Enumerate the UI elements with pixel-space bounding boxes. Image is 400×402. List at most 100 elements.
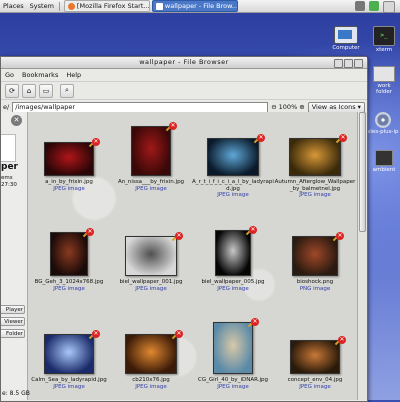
menu-go[interactable]: Go bbox=[5, 71, 14, 79]
file-name: CG_Girl_40_by_iDNAR.jpg bbox=[198, 377, 268, 383]
desktop-icon-label: work folder bbox=[376, 83, 392, 95]
file-type: JPEG image bbox=[53, 185, 85, 192]
desktop-icon-label: xterm bbox=[375, 47, 393, 53]
file-thumbnail[interactable]: ✕ bbox=[125, 232, 183, 276]
status-bar: e: 8.5 GB bbox=[2, 390, 30, 397]
zoom-out-icon[interactable]: ⊖ bbox=[271, 103, 276, 111]
file-item[interactable]: ✕ bioshock.png PNG image bbox=[274, 232, 356, 292]
panel-separator bbox=[58, 1, 60, 11]
terminal-icon: >_ bbox=[373, 26, 395, 46]
file-browser-window: wallpaper - File Browser Go Bookmarks He… bbox=[0, 56, 368, 402]
vertical-scrollbar[interactable] bbox=[357, 112, 367, 400]
taskbar-item-label: wallpaper - File Brow... bbox=[164, 2, 238, 10]
firefox-icon bbox=[67, 2, 75, 10]
file-type: JPEG image bbox=[135, 185, 167, 192]
sidebar-folder-name: per bbox=[1, 162, 18, 172]
file-item[interactable]: ✕ concept_env_04.jpg JPEG image bbox=[274, 336, 356, 390]
desktop-icon-xterm[interactable]: >_ xterm bbox=[369, 26, 399, 53]
read-only-emblem-icon: ✕ bbox=[253, 134, 265, 146]
toolbar: ⟳ ⌂ ▭ ⌕ bbox=[1, 82, 367, 100]
read-only-emblem-icon: ✕ bbox=[171, 232, 183, 244]
status-icon[interactable] bbox=[369, 1, 379, 11]
computer-button[interactable]: ▭ bbox=[39, 83, 53, 98]
document-preview-icon bbox=[1, 134, 16, 162]
file-item[interactable]: ✕ An_nissa___by_frixin.jpg JPEG image bbox=[110, 122, 192, 192]
network-icon[interactable] bbox=[355, 1, 365, 11]
file-thumbnail[interactable]: ✕ bbox=[215, 226, 257, 276]
file-item[interactable]: ✕ Calm_Sea_by_ladyrapid.jpg JPEG image bbox=[28, 330, 110, 390]
file-name: An_nissa___by_frixin.jpg bbox=[117, 179, 185, 185]
file-thumbnail[interactable]: ✕ bbox=[290, 336, 346, 374]
file-item[interactable]: ✕ biel_wallpaper_005.jpg JPEG image bbox=[192, 226, 274, 292]
file-thumbnail[interactable]: ✕ bbox=[125, 330, 183, 374]
desktop-icon-label: ambient bbox=[372, 167, 396, 173]
file-item[interactable]: ✕ cb210x76.jpg JPEG image bbox=[110, 330, 192, 390]
document-icon bbox=[373, 66, 395, 82]
file-thumbnail[interactable]: ✕ bbox=[44, 138, 100, 176]
view-mode-label: View as Icons bbox=[311, 102, 356, 111]
window-titlebar[interactable]: wallpaper - File Browser bbox=[1, 57, 367, 69]
open-with-player-button[interactable]: Player bbox=[1, 305, 25, 314]
sidebar: ✕ per ems 27:30 Player Viewer Folder bbox=[1, 112, 28, 400]
file-item[interactable]: ✕ biel_wallpaper_001.jpg JPEG image bbox=[110, 232, 192, 292]
desktop-icon-work-folder[interactable]: work folder bbox=[370, 66, 398, 95]
panel-menu-places[interactable]: Places bbox=[0, 2, 27, 10]
file-type: JPEG image bbox=[217, 285, 249, 292]
file-name: BG_Geh_3_1024x768.jpg bbox=[34, 279, 104, 285]
desktop-icon-video[interactable]: ambient bbox=[368, 150, 400, 173]
read-only-emblem-icon: ✕ bbox=[335, 134, 347, 146]
taskbar-item-file-browser[interactable]: wallpaper - File Brow... bbox=[151, 0, 238, 12]
window-title: wallpaper - File Browser bbox=[139, 58, 229, 66]
file-thumbnail[interactable]: ✕ bbox=[50, 228, 94, 276]
file-thumbnail[interactable]: ✕ bbox=[44, 330, 100, 374]
file-type: JPEG image bbox=[299, 192, 331, 198]
desktop-icon-disc[interactable]: sles-plus-ip bbox=[366, 112, 400, 135]
file-thumbnail[interactable]: ✕ bbox=[131, 122, 177, 176]
file-item[interactable]: ✕ a_in_by_frixin.jpg JPEG image bbox=[28, 138, 110, 192]
panel-menu-system[interactable]: System bbox=[27, 2, 57, 10]
sidebar-info-line: ems bbox=[1, 175, 13, 181]
taskbar-item-firefox[interactable]: [Mozilla Firefox Start... bbox=[63, 0, 150, 12]
minimize-button[interactable] bbox=[334, 59, 343, 68]
file-thumbnail[interactable]: ✕ bbox=[207, 134, 265, 176]
location-input[interactable]: /images/wallpaper bbox=[12, 101, 269, 113]
scrollbar-thumb[interactable] bbox=[359, 112, 366, 232]
maximize-button[interactable] bbox=[344, 59, 353, 68]
file-item[interactable]: ✕ Autumn_Afterglow_Wallpaper_by_balmetnel… bbox=[274, 134, 356, 199]
file-item[interactable]: ✕ BG_Geh_3_1024x768.jpg JPEG image bbox=[28, 228, 110, 292]
read-only-emblem-icon: ✕ bbox=[88, 330, 100, 342]
computer-icon bbox=[334, 26, 358, 44]
folder-icon bbox=[155, 2, 163, 10]
file-thumbnail[interactable]: ✕ bbox=[292, 232, 344, 276]
close-button[interactable] bbox=[354, 59, 363, 68]
home-button[interactable]: ⌂ bbox=[22, 83, 36, 98]
file-name: Autumn_Afterglow_Wallpaper_by_balmetnel.… bbox=[274, 179, 356, 192]
open-folder-button[interactable]: Folder bbox=[1, 329, 25, 338]
file-type: JPEG image bbox=[217, 192, 249, 198]
file-type: JPEG image bbox=[53, 285, 85, 292]
read-only-emblem-icon: ✕ bbox=[88, 138, 100, 150]
menu-help[interactable]: Help bbox=[66, 71, 81, 79]
desktop-icon-label: sles-plus-ip bbox=[367, 129, 399, 135]
icon-view[interactable]: ✕ a_in_by_frixin.jpg JPEG image ✕ An_nissa__… bbox=[28, 112, 358, 400]
keyboard-icon[interactable] bbox=[383, 1, 395, 13]
view-mode-select[interactable]: View as Icons ▾ bbox=[307, 101, 365, 113]
taskbar-item-label: [Mozilla Firefox Start... bbox=[76, 2, 150, 10]
sidebar-close-icon[interactable]: ✕ bbox=[11, 115, 22, 126]
file-type: PNG image bbox=[299, 285, 331, 292]
search-button[interactable]: ⌕ bbox=[60, 83, 74, 98]
file-thumbnail[interactable]: ✕ bbox=[213, 318, 259, 374]
desktop-icon-computer[interactable]: Computer bbox=[330, 26, 362, 51]
file-type: JPEG image bbox=[135, 285, 167, 292]
zoom-in-icon[interactable]: ⊕ bbox=[299, 103, 304, 111]
file-item[interactable]: ✕ CG_Girl_40_by_iDNAR.jpg JPEG image bbox=[192, 318, 274, 390]
menu-bookmarks[interactable]: Bookmarks bbox=[22, 71, 58, 79]
reload-button[interactable]: ⟳ bbox=[5, 83, 19, 98]
read-only-emblem-icon: ✕ bbox=[332, 232, 344, 244]
desktop-icon-label: Computer bbox=[332, 45, 360, 51]
file-name: biel_wallpaper_001.jpg bbox=[119, 279, 183, 285]
file-item[interactable]: ✕ A_r_t_i_f_i_c_i_a_l_by_ladyrapid.jpg JPE… bbox=[192, 134, 274, 199]
location-prefix: e/ bbox=[3, 103, 10, 111]
file-thumbnail[interactable]: ✕ bbox=[289, 134, 347, 176]
open-with-viewer-button[interactable]: Viewer bbox=[1, 317, 25, 326]
